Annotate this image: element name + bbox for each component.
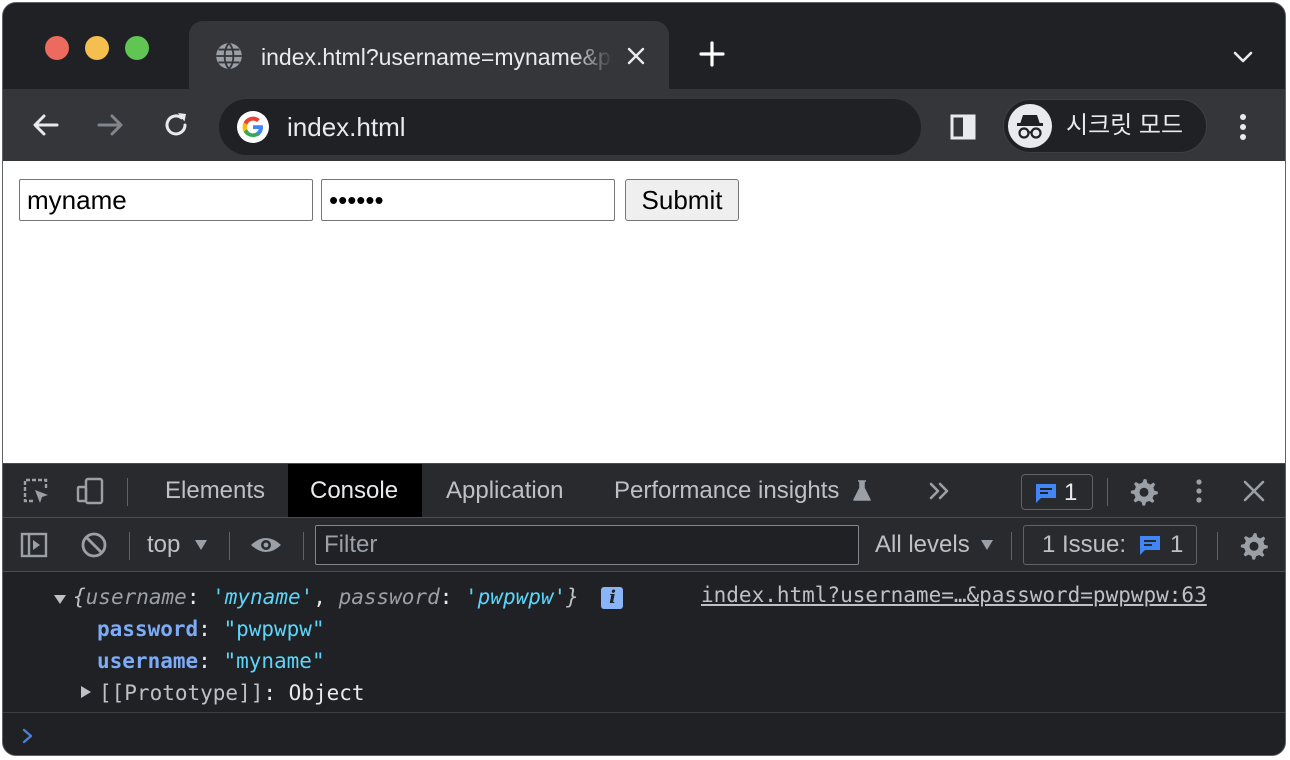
devtools-panel: Elements Console Application Performance… xyxy=(3,463,1285,755)
prototype-value: Object xyxy=(288,681,365,705)
tab-performance-insights[interactable]: Performance insights xyxy=(592,464,861,517)
summary-value: 'pwpwpw' xyxy=(465,585,567,609)
console-log-summary[interactable]: {username: 'myname', password: 'pwpwpw'}… xyxy=(73,582,624,612)
summary-key: password xyxy=(338,585,440,609)
devtools-menu-icon[interactable] xyxy=(1187,476,1211,506)
expand-triangle-closed-icon[interactable] xyxy=(79,685,93,699)
summary-key: username xyxy=(85,585,187,609)
minimize-window-button[interactable] xyxy=(85,36,109,60)
property-value: "pwpwpw" xyxy=(223,617,325,641)
devtools-tabbar: Elements Console Application Performance… xyxy=(3,464,1285,518)
issue-label: 1 Issue: xyxy=(1042,531,1127,558)
profile-label: 시크릿 모드 xyxy=(1066,112,1184,139)
divider xyxy=(129,532,130,560)
tab-application[interactable]: Application xyxy=(424,464,585,517)
tab-console[interactable]: Console xyxy=(288,464,422,517)
address-bar[interactable]: index.html xyxy=(219,99,921,155)
divider xyxy=(1217,532,1218,560)
divider xyxy=(229,532,230,560)
more-tabs-icon[interactable] xyxy=(925,478,953,504)
caret-down-icon xyxy=(981,540,993,550)
prototype-row[interactable]: [[Prototype]]: Object xyxy=(99,678,365,708)
message-icon xyxy=(1036,484,1056,503)
reload-icon[interactable] xyxy=(159,108,193,142)
prompt-chevron-icon xyxy=(22,728,33,744)
message-count: 1 xyxy=(1064,479,1078,506)
inspect-element-icon[interactable] xyxy=(21,476,51,506)
brace: } xyxy=(566,585,579,609)
tab-title: index.html?username=myname&password=pwpw… xyxy=(261,44,613,70)
property-row: username: "myname" xyxy=(97,649,325,673)
console-prompt[interactable] xyxy=(3,712,1285,755)
globe-icon xyxy=(216,42,242,70)
toolbar: index.html 시크릿 모드 xyxy=(3,89,1285,161)
close-tab-icon[interactable] xyxy=(625,45,647,67)
divider xyxy=(1011,532,1012,560)
new-tab-icon[interactable] xyxy=(697,39,727,69)
sidebar-toggle-icon[interactable] xyxy=(19,530,49,560)
divider xyxy=(1107,478,1108,506)
console-settings-gear-icon[interactable] xyxy=(1239,530,1269,560)
side-panel-icon[interactable] xyxy=(949,113,977,141)
expand-triangle-open-icon[interactable] xyxy=(53,592,67,606)
password-input[interactable]: •••••• xyxy=(321,179,615,221)
more-menu-icon[interactable] xyxy=(1231,111,1255,143)
gear-icon[interactable] xyxy=(1129,476,1159,506)
incognito-profile-button[interactable]: 시크릿 모드 xyxy=(1003,99,1207,153)
experiment-flask-icon xyxy=(853,480,871,501)
eye-icon[interactable] xyxy=(249,530,283,560)
property-value: "myname" xyxy=(223,649,325,673)
divider xyxy=(303,532,304,560)
context-selector[interactable]: top xyxy=(147,528,180,562)
messages-badge[interactable]: 1 xyxy=(1021,474,1093,510)
incognito-icon xyxy=(1017,115,1043,139)
page-viewport: myname •••••• Submit xyxy=(3,161,1285,463)
issue-count: 1 xyxy=(1170,531,1184,558)
brace: { xyxy=(73,585,86,609)
browser-window: index.html?username=myname&password=pwpw… xyxy=(2,2,1286,756)
log-levels-dropdown[interactable]: All levels xyxy=(875,528,970,562)
tab-elements[interactable]: Elements xyxy=(143,464,287,517)
username-input[interactable]: myname xyxy=(19,179,313,221)
property-row: password: "pwpwpw" xyxy=(97,617,325,641)
maximize-window-button[interactable] xyxy=(125,36,149,60)
browser-tab[interactable]: index.html?username=myname&password=pwpw… xyxy=(189,21,669,89)
summary-value: 'myname' xyxy=(212,585,314,609)
device-toolbar-icon[interactable] xyxy=(75,476,105,506)
issues-button[interactable]: 1 Issue: 1 xyxy=(1023,525,1197,565)
clear-console-icon[interactable] xyxy=(79,530,109,560)
message-icon xyxy=(1140,536,1160,555)
source-link[interactable]: index.html?username=…&password=pwpwpw:63 xyxy=(701,580,1207,610)
info-icon[interactable]: i xyxy=(601,587,624,609)
back-arrow-icon[interactable] xyxy=(29,108,63,142)
console-filter-bar: top Filter All levels 1 Issue: 1 xyxy=(3,518,1285,572)
close-icon[interactable] xyxy=(1241,478,1267,504)
url-text: index.html xyxy=(287,112,406,142)
property-name: username xyxy=(97,649,199,673)
property-name: password xyxy=(97,617,199,641)
prototype-key: [[Prototype]] xyxy=(99,681,264,705)
filter-input[interactable]: Filter xyxy=(315,525,859,565)
divider xyxy=(127,478,128,506)
tab-strip: index.html?username=myname&password=pwpw… xyxy=(3,3,1285,89)
submit-button[interactable]: Submit xyxy=(625,179,739,221)
console-output: {username: 'myname', password: 'pwpwpw'}… xyxy=(3,572,1285,755)
chevron-down-icon[interactable] xyxy=(1231,45,1255,69)
avatar xyxy=(1008,104,1052,148)
forward-arrow-icon[interactable] xyxy=(93,108,127,142)
close-window-button[interactable] xyxy=(45,36,69,60)
google-logo-icon xyxy=(237,111,269,143)
caret-down-icon xyxy=(195,540,207,550)
